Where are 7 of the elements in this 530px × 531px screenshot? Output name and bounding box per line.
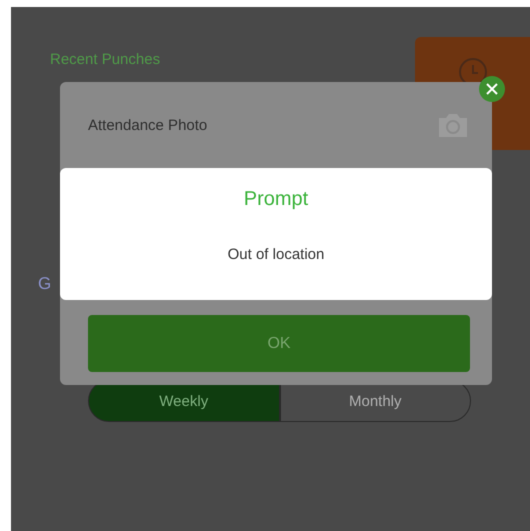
prompt-title: Prompt [244, 188, 308, 211]
section-heading: Recent Punches [50, 51, 160, 68]
close-icon [486, 83, 498, 95]
section-label: G [38, 274, 52, 294]
ok-button[interactable]: OK [88, 315, 470, 372]
prompt-message: Out of location [228, 246, 324, 263]
dialog-title: Attendance Photo [88, 116, 208, 134]
